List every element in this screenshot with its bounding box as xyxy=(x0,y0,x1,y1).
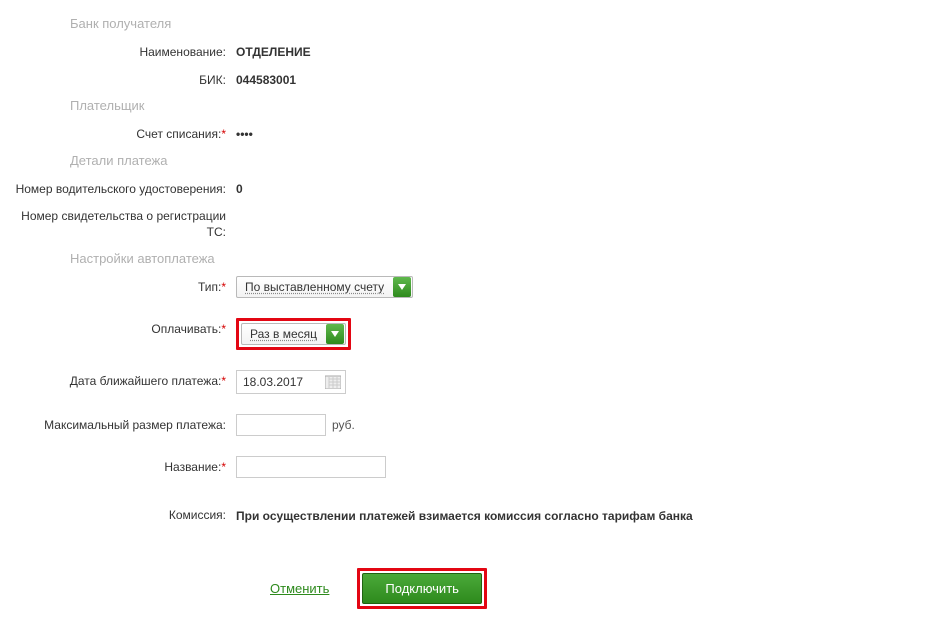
row-title: Название:* xyxy=(0,452,938,482)
label-name: Наименование: xyxy=(0,41,230,61)
label-account: Счет списания:* xyxy=(0,123,230,143)
row-date: Дата ближайшего платежа:* 18.03.2017 xyxy=(0,366,938,398)
value-account: •••• xyxy=(230,123,253,141)
max-input[interactable] xyxy=(236,414,326,436)
chevron-down-icon xyxy=(393,277,411,297)
date-value: 18.03.2017 xyxy=(243,375,303,389)
value-reg xyxy=(230,205,236,209)
label-pay: Оплачивать:* xyxy=(0,318,230,338)
row-name: Наименование: ОТДЕЛЕНИЕ xyxy=(0,37,938,65)
row-bik: БИК: 044583001 xyxy=(0,65,938,93)
section-payer: Плательщик xyxy=(0,92,938,119)
label-title: Название:* xyxy=(0,456,230,476)
title-input[interactable] xyxy=(236,456,386,478)
pay-select-text: Раз в месяц xyxy=(242,327,325,341)
row-license: Номер водительского удостоверения: 0 xyxy=(0,174,938,202)
rub-label: руб. xyxy=(326,418,355,432)
label-date: Дата ближайшего платежа:* xyxy=(0,370,230,390)
type-select[interactable]: По выставленному счету xyxy=(236,276,413,298)
row-account: Счет списания:* •••• xyxy=(0,119,938,147)
label-commission: Комиссия: xyxy=(0,504,230,524)
label-bik: БИК: xyxy=(0,69,230,89)
submit-button[interactable]: Подключить xyxy=(362,573,482,604)
section-auto: Настройки автоплатежа xyxy=(0,245,938,272)
row-pay: Оплачивать:* Раз в месяц xyxy=(0,314,938,354)
value-license: 0 xyxy=(230,178,243,196)
row-type: Тип:* По выставленному счету xyxy=(0,272,938,302)
value-name: ОТДЕЛЕНИЕ xyxy=(230,41,311,59)
pay-highlight: Раз в месяц xyxy=(236,318,351,350)
value-bik: 044583001 xyxy=(230,69,296,87)
cancel-link[interactable]: Отменить xyxy=(270,581,329,596)
label-type: Тип:* xyxy=(0,276,230,296)
label-max: Максимальный размер платежа: xyxy=(0,414,230,434)
row-reg: Номер свидетельства о регистрации ТС: xyxy=(0,201,938,244)
pay-select[interactable]: Раз в месяц xyxy=(241,323,346,345)
submit-highlight: Подключить xyxy=(357,568,487,609)
section-bank: Банк получателя xyxy=(0,10,938,37)
value-commission: При осуществлении платежей взимается ком… xyxy=(230,504,693,525)
calendar-icon[interactable] xyxy=(325,375,341,389)
date-input[interactable]: 18.03.2017 xyxy=(236,370,346,394)
label-reg: Номер свидетельства о регистрации ТС: xyxy=(0,205,230,240)
section-details: Детали платежа xyxy=(0,147,938,174)
label-license: Номер водительского удостоверения: xyxy=(0,178,230,198)
chevron-down-icon xyxy=(326,324,344,344)
actions-row: Отменить Подключить xyxy=(0,568,938,609)
row-max: Максимальный размер платежа: руб. xyxy=(0,410,938,440)
type-select-text: По выставленному счету xyxy=(237,280,392,294)
row-commission: Комиссия: При осуществлении платежей взи… xyxy=(0,500,938,529)
